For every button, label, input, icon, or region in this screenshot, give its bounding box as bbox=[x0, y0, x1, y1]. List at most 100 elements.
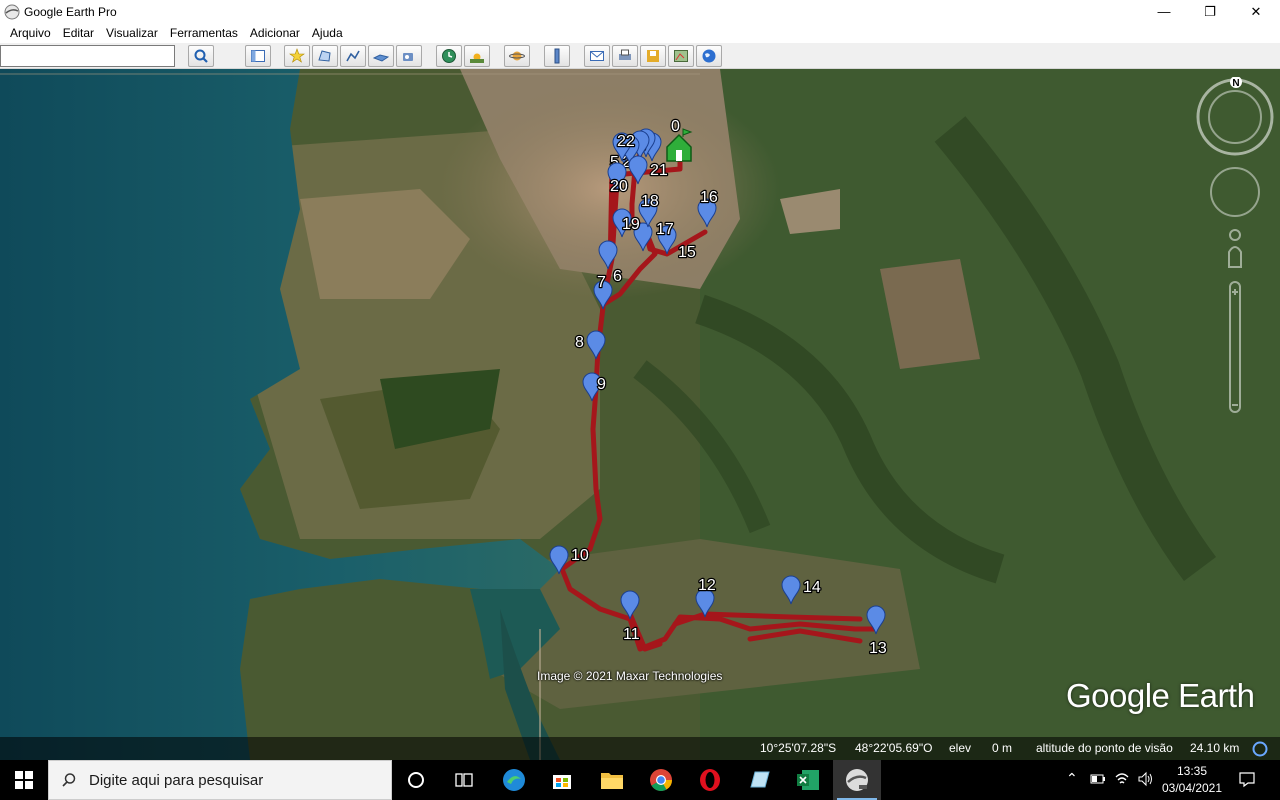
email-button[interactable] bbox=[584, 45, 610, 67]
google-earth-logo: Google Earth bbox=[1066, 677, 1255, 714]
edge-taskbar-button[interactable] bbox=[490, 760, 538, 800]
view-in-maps-icon bbox=[674, 50, 688, 62]
view-in-maps-button[interactable] bbox=[668, 45, 694, 67]
placemark-label: 22 bbox=[617, 133, 635, 150]
placemark-label: 17 bbox=[656, 221, 674, 238]
menu-bar: Arquivo Editar Visualizar Ferramentas Ad… bbox=[0, 23, 1280, 43]
add-image-overlay-button[interactable] bbox=[368, 45, 394, 67]
placemark-label: 16 bbox=[700, 189, 718, 206]
opera-taskbar-button[interactable] bbox=[686, 760, 734, 800]
ruler-button[interactable] bbox=[544, 45, 570, 67]
file-explorer-taskbar-button[interactable] bbox=[588, 760, 636, 800]
record-tour-button[interactable] bbox=[396, 45, 422, 67]
wifi-icon[interactable] bbox=[1114, 771, 1130, 787]
placemark-label: 14 bbox=[803, 579, 821, 596]
historical-imagery-button[interactable] bbox=[436, 45, 462, 67]
eye-altitude-label: altitude do ponto de visão bbox=[1036, 741, 1173, 755]
placemark-label: 18 bbox=[641, 193, 659, 210]
search-button[interactable] bbox=[188, 45, 214, 67]
edge-icon bbox=[503, 769, 525, 791]
planets-button[interactable] bbox=[504, 45, 530, 67]
app-icon bbox=[750, 771, 770, 788]
menu-visualizar[interactable]: Visualizar bbox=[100, 26, 164, 40]
look-joystick[interactable] bbox=[1210, 167, 1260, 217]
google-earth-taskbar-button[interactable] bbox=[833, 760, 881, 800]
menu-arquivo[interactable]: Arquivo bbox=[4, 26, 57, 40]
google-earth-app-icon bbox=[4, 4, 20, 19]
menu-editar[interactable]: Editar bbox=[57, 26, 100, 40]
add-placemark-icon bbox=[289, 48, 305, 63]
minimize-button[interactable]: — bbox=[1141, 0, 1187, 23]
earth-view-button[interactable] bbox=[696, 45, 722, 67]
eye-altitude-value: 24.10 km bbox=[1190, 741, 1240, 755]
map-viewport[interactable]: 0235678910111213141516171819202122 Image… bbox=[0, 69, 1280, 760]
show-hidden-icons-button[interactable]: ⌃ bbox=[1066, 770, 1078, 787]
store-icon bbox=[553, 775, 571, 789]
sidebar-toggle-icon bbox=[251, 50, 265, 62]
compass-north-label: N bbox=[1232, 78, 1239, 89]
menu-ajuda[interactable]: Ajuda bbox=[306, 26, 349, 40]
task-view-button[interactable] bbox=[440, 760, 488, 800]
ruler-icon bbox=[554, 48, 560, 64]
compass-ring[interactable]: N bbox=[1196, 77, 1274, 156]
volume-icon[interactable] bbox=[1137, 771, 1155, 787]
longitude-readout: 48°22'05.69"O bbox=[855, 741, 933, 755]
close-button[interactable]: ✕ bbox=[1233, 0, 1279, 23]
excel-taskbar-button[interactable] bbox=[784, 760, 832, 800]
placemark-label: 20 bbox=[610, 178, 628, 195]
task-view-icon bbox=[455, 773, 473, 787]
placemark-label: 8 bbox=[575, 334, 584, 351]
excel-icon bbox=[797, 770, 819, 790]
streaming-status-icon bbox=[1252, 741, 1268, 757]
taskbar: Digite aqui para pesquisar ⌃ 13:35 03/04… bbox=[0, 760, 1280, 800]
menu-ferramentas[interactable]: Ferramentas bbox=[164, 26, 244, 40]
clock-time: 13:35 bbox=[1176, 764, 1208, 778]
menu-adicionar[interactable]: Adicionar bbox=[244, 26, 306, 40]
toolbar bbox=[0, 43, 1280, 69]
placemark-label: 9 bbox=[597, 376, 606, 393]
navigation-controls[interactable]: N bbox=[1195, 77, 1275, 427]
status-bar: 10°25'07.28"S 48°22'05.69"O elev 0 m alt… bbox=[0, 737, 1280, 760]
placemark-20[interactable]: 20 bbox=[607, 162, 629, 196]
system-clock[interactable]: 13:35 03/04/2021 bbox=[1160, 763, 1224, 797]
battery-icon[interactable] bbox=[1090, 772, 1106, 786]
planets-icon bbox=[509, 51, 525, 61]
placemark-label: 6 bbox=[613, 268, 622, 285]
earth-icon bbox=[702, 49, 716, 63]
sidebar-toggle-button[interactable] bbox=[245, 45, 271, 67]
chrome-taskbar-button[interactable] bbox=[637, 760, 685, 800]
add-polygon-icon bbox=[318, 50, 331, 62]
cortana-button[interactable] bbox=[392, 760, 440, 800]
placemark-label: 13 bbox=[869, 640, 887, 657]
store-taskbar-button[interactable] bbox=[538, 760, 586, 800]
window-title: Google Earth Pro bbox=[24, 4, 117, 19]
file-explorer-icon bbox=[601, 773, 623, 789]
app-taskbar-button[interactable] bbox=[735, 760, 783, 800]
start-button[interactable] bbox=[0, 760, 48, 800]
placemark-label: 21 bbox=[650, 162, 668, 179]
taskbar-search-box[interactable]: Digite aqui para pesquisar bbox=[48, 760, 392, 800]
placemark-label: 10 bbox=[571, 547, 589, 564]
print-icon bbox=[619, 49, 631, 60]
search-input[interactable] bbox=[0, 45, 175, 67]
record-tour-icon bbox=[403, 53, 413, 61]
add-image-overlay-icon bbox=[373, 54, 389, 62]
print-button[interactable] bbox=[612, 45, 638, 67]
zoom-slider[interactable] bbox=[1228, 229, 1242, 413]
placemark-0[interactable]: 0 bbox=[670, 117, 682, 137]
notifications-icon[interactable] bbox=[1238, 770, 1256, 788]
search-icon bbox=[194, 49, 208, 63]
chrome-icon bbox=[650, 769, 672, 791]
add-placemark-button[interactable] bbox=[284, 45, 310, 67]
taskbar-search-placeholder: Digite aqui para pesquisar bbox=[89, 771, 264, 789]
satellite-imagery[interactable]: 0235678910111213141516171819202122 bbox=[0, 69, 1280, 760]
windows-logo-icon bbox=[15, 771, 33, 789]
sunlight-button[interactable] bbox=[464, 45, 490, 67]
save-image-button[interactable] bbox=[640, 45, 666, 67]
add-polygon-button[interactable] bbox=[312, 45, 338, 67]
elevation-label: elev bbox=[949, 741, 972, 755]
sunlight-icon bbox=[470, 53, 484, 63]
add-path-button[interactable] bbox=[340, 45, 366, 67]
maximize-button[interactable]: ❐ bbox=[1187, 0, 1233, 23]
placemark-label: 11 bbox=[623, 626, 640, 643]
